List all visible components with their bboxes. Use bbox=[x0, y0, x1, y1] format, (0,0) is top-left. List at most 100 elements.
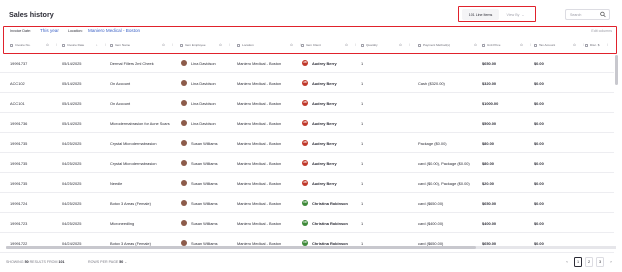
client-cell[interactable]: Audrey Berry bbox=[312, 81, 337, 86]
client-avatar: AB bbox=[302, 139, 308, 146]
column-header-item-employee[interactable]: Item Employee ⊙ ⁝ bbox=[180, 43, 230, 47]
invoice-number-cell[interactable]: 19991737 bbox=[10, 61, 27, 66]
column-header-invoice-date[interactable]: Invoice Date ↓ ⁝ bbox=[62, 43, 106, 47]
client-cell[interactable]: Audrey Berry bbox=[312, 181, 337, 186]
quantity-cell: 1 bbox=[361, 101, 364, 106]
client-cell[interactable]: Audrey Berry bbox=[312, 121, 337, 126]
page-3-button[interactable]: 3 bbox=[596, 257, 604, 267]
unit-price-cell: $80.00 bbox=[482, 141, 494, 146]
table-row[interactable]: ACC101 05/14/2025 On Account Lina Davids… bbox=[0, 93, 614, 113]
next-page-button[interactable]: › bbox=[607, 257, 615, 267]
client-avatar: CR bbox=[302, 239, 308, 246]
table-row[interactable]: 19991735 04/25/2025 Crystal Microdermabr… bbox=[0, 133, 614, 153]
page-1-button[interactable]: 1 bbox=[574, 257, 582, 267]
client-cell[interactable]: Christina Robinson bbox=[312, 201, 348, 206]
edit-columns-link[interactable]: Edit columns bbox=[591, 29, 612, 33]
location-label: Location: bbox=[68, 29, 83, 33]
client-cell[interactable]: Audrey Berry bbox=[312, 141, 337, 146]
column-menu-icon[interactable]: ⊙ ⁝ bbox=[520, 43, 534, 47]
location-cell: Maniero Medical - Boston bbox=[237, 141, 282, 146]
invoice-number-cell[interactable]: 19991735 bbox=[10, 161, 27, 166]
table-row[interactable]: ACC102 05/14/2025 On Account Lina Davids… bbox=[0, 73, 614, 93]
column-menu-icon[interactable]: ⁝ bbox=[607, 43, 611, 47]
column-header-discount[interactable]: Disc. $ ⁝ bbox=[585, 43, 608, 47]
column-header-item-name[interactable]: Item Name ⊙ ⁝ bbox=[110, 43, 173, 47]
column-header-unit-price[interactable]: Unit Price ⊙ ⁝ bbox=[482, 43, 531, 47]
invoice-number-cell[interactable]: 19991724 bbox=[10, 201, 27, 206]
column-menu-icon[interactable]: ⊙ ⁝ bbox=[399, 43, 413, 47]
column-header-location[interactable]: Location ⊙ ⁝ bbox=[237, 43, 301, 47]
page-2-button[interactable]: 2 bbox=[585, 257, 593, 267]
table-row[interactable]: 19991724 04/25/2025 Botox 3 Areas (Femal… bbox=[0, 193, 614, 213]
unit-price-cell: $80.00 bbox=[482, 161, 494, 166]
column-header-item-client[interactable]: Item Client ⊙ ⁝ bbox=[301, 43, 356, 47]
client-cell[interactable]: Audrey Berry bbox=[312, 61, 337, 66]
column-menu-icon[interactable]: ⊙ ⁝ bbox=[219, 43, 233, 47]
chevron-down-icon: ⌄ bbox=[124, 260, 128, 264]
item-name-cell: Botox 3 Areas (Female) bbox=[110, 201, 151, 206]
payment-method-cell: card ($0.00), Package ($0.00) bbox=[418, 181, 470, 186]
location-filter[interactable]: Maniero Medical - Boston bbox=[88, 28, 140, 33]
location-cell: Maniero Medical - Boston bbox=[237, 161, 282, 166]
table-footer: SHOWING 50 RESULTS FROM 101 ROWS PER PAG… bbox=[0, 252, 622, 272]
horizontal-scroll-thumb[interactable] bbox=[6, 246, 476, 249]
invoice-number-cell[interactable]: ACC101 bbox=[10, 101, 25, 106]
column-header-payment-method[interactable]: Payment Method(s) ⊙ ⁝ bbox=[418, 43, 485, 47]
invoice-date-cell: 04/25/2025 bbox=[62, 221, 82, 226]
invoice-date-cell: 04/25/2025 bbox=[62, 201, 82, 206]
invoice-date-cell: 05/14/2025 bbox=[62, 81, 82, 86]
table-row[interactable]: 19991722 04/24/2025 Botox 3 Areas (Femal… bbox=[0, 233, 614, 253]
tax-amount-cell: $0.00 bbox=[534, 161, 544, 166]
client-avatar: AB bbox=[302, 179, 308, 186]
client-cell[interactable]: Audrey Berry bbox=[312, 161, 337, 166]
table-row[interactable]: 19991736 05/14/2025 Microdermabrasion fo… bbox=[0, 113, 614, 133]
invoice-date-cell: 04/25/2025 bbox=[62, 161, 82, 166]
employee-cell: Lina Davidson bbox=[191, 121, 216, 126]
unit-price-cell: $20.00 bbox=[482, 181, 494, 186]
location-cell: Maniero Medical - Boston bbox=[237, 201, 282, 206]
column-menu-icon[interactable]: ⊙ ⁝ bbox=[46, 43, 60, 47]
employee-avatar bbox=[181, 219, 187, 226]
table-row[interactable]: 19991723 04/25/2025 Microneedling Susan … bbox=[0, 213, 614, 233]
table-row[interactable]: 19991737 05/14/2025 Dermal Fillers 2ml C… bbox=[0, 53, 614, 73]
invoice-number-cell[interactable]: 19991735 bbox=[10, 181, 27, 186]
rows-per-page[interactable]: ROWS PER PAGE 50 ⌄ bbox=[88, 260, 127, 264]
payment-method-cell: card ($0.00), Package ($0.00) bbox=[418, 161, 470, 166]
column-header-tax-amount[interactable]: Tax Amount ⊙ ⁝ bbox=[534, 43, 584, 47]
table-row[interactable]: 19991735 04/25/2025 Crystal Microdermabr… bbox=[0, 153, 614, 173]
quantity-cell: 1 bbox=[361, 161, 364, 166]
sort-icon[interactable]: ↓ ⁝ bbox=[96, 43, 109, 47]
client-cell[interactable]: Audrey Berry bbox=[312, 101, 337, 106]
invoice-date-cell: 05/14/2025 bbox=[62, 101, 82, 106]
invoice-date-label: Invoice Date: bbox=[10, 29, 31, 33]
column-menu-icon[interactable]: ⊙ ⁝ bbox=[345, 43, 359, 47]
unit-price-cell: $650.00 bbox=[482, 201, 497, 206]
tax-amount-cell: $0.00 bbox=[534, 141, 544, 146]
tax-amount-cell: $0.00 bbox=[534, 61, 544, 66]
invoice-number-cell[interactable]: 19991736 bbox=[10, 121, 27, 126]
client-cell[interactable]: Christina Robinson bbox=[312, 221, 348, 226]
horizontal-scrollbar[interactable] bbox=[6, 246, 616, 249]
employee-cell: Susan Williams bbox=[191, 161, 218, 166]
table-row[interactable]: 19991735 04/25/2025 Needle Susan William… bbox=[0, 173, 614, 193]
invoice-number-cell[interactable]: 19991735 bbox=[10, 141, 27, 146]
vertical-scrollbar[interactable] bbox=[615, 55, 618, 85]
column-menu-icon[interactable]: ⊙ ⁝ bbox=[162, 43, 176, 47]
employee-avatar bbox=[181, 99, 187, 106]
invoice-date-filter[interactable]: This year bbox=[40, 28, 59, 33]
column-header-quantity[interactable]: Quantity ⊙ ⁝ bbox=[361, 43, 410, 47]
client-avatar: AB bbox=[302, 159, 308, 166]
invoice-number-cell[interactable]: ACC102 bbox=[10, 81, 25, 86]
location-cell: Maniero Medical - Boston bbox=[237, 221, 282, 226]
tax-amount-cell: $0.00 bbox=[534, 181, 544, 186]
line-items-button[interactable]: 101 Line Items bbox=[462, 9, 499, 20]
search-icon[interactable] bbox=[600, 11, 606, 18]
invoice-number-cell[interactable]: 19991723 bbox=[10, 221, 27, 226]
column-header-invoice-no[interactable]: Invoice No. ⊙ ⁝ bbox=[10, 43, 57, 47]
client-avatar: AB bbox=[302, 59, 308, 66]
tax-amount-cell: $0.00 bbox=[534, 201, 544, 206]
select-all-checkbox[interactable] bbox=[10, 43, 13, 47]
quantity-cell: 1 bbox=[361, 141, 364, 146]
prev-page-button[interactable]: ‹ bbox=[563, 257, 571, 267]
view-by-dropdown[interactable]: View By ⌄ bbox=[500, 9, 531, 20]
